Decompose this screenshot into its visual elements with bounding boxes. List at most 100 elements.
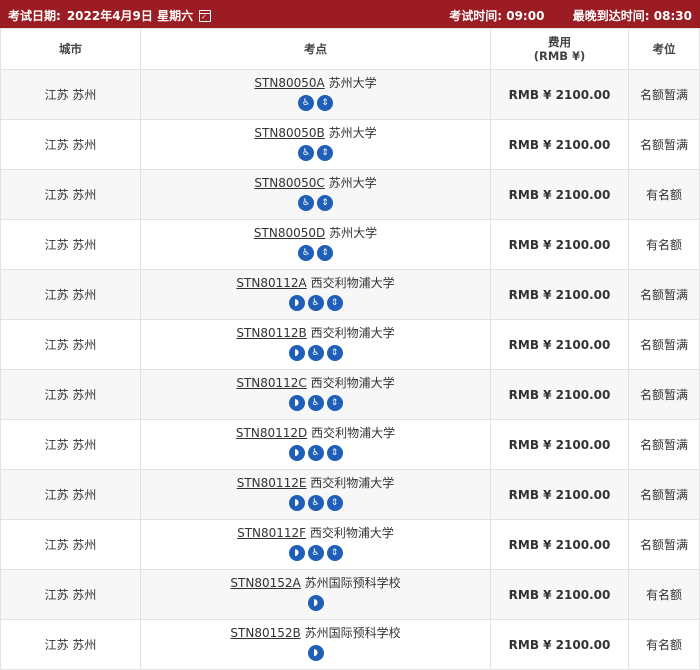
hearing-icon: ◗ (288, 495, 305, 511)
wheelchair-icon: ♿ (298, 245, 314, 261)
table-row: 江苏 苏州 STN80112A 西交利物浦大学 ◗ ♿ ⇕ RMB ¥ 2100.0… (0, 269, 700, 320)
hearing-icon: ◗ (288, 445, 305, 461)
fee-cell: RMB ¥ 2100.00 (490, 169, 629, 220)
latest-arrival-value: 08:30 (653, 9, 692, 23)
center-code-link[interactable]: STN80112A (236, 276, 306, 290)
center-cell: STN80050C 苏州大学 ♿ ⇕ (140, 169, 491, 220)
fee-header-line1: 费用 (548, 35, 571, 49)
elevator-icon: ⇕ (317, 245, 333, 261)
column-header-seat: 考位 (628, 28, 700, 70)
table-row: 江苏 苏州 STN80050D 苏州大学 ♿ ⇕ RMB ¥ 2100.00 有名… (0, 219, 700, 270)
column-header-city: 城市 (0, 28, 141, 70)
fee-cell: RMB ¥ 2100.00 (490, 469, 629, 520)
exam-times: 考试时间: 09:00 最晚到达时间: 08:30 (449, 7, 692, 24)
table-row: 江苏 苏州 STN80112D 西交利物浦大学 ◗ ♿ ⇕ RMB ¥ 2100.0… (0, 419, 700, 470)
fee-cell: RMB ¥ 2100.00 (490, 519, 629, 570)
hearing-icon: ◗ (288, 395, 305, 411)
fee-cell: RMB ¥ 2100.00 (490, 69, 629, 120)
column-header-fee: 费用 (RMB ¥) (490, 28, 629, 70)
center-cell: STN80112C 西交利物浦大学 ◗ ♿ ⇕ (140, 369, 491, 420)
facility-icons: ♿ ⇕ (141, 145, 490, 161)
seat-status-cell: 有名额 (628, 569, 700, 620)
city-cell: 江苏 苏州 (0, 619, 141, 670)
center-cell: STN80050A 苏州大学 ♿ ⇕ (140, 69, 491, 120)
fee-cell: RMB ¥ 2100.00 (490, 319, 629, 370)
table-row: 江苏 苏州 STN80050C 苏州大学 ♿ ⇕ RMB ¥ 2100.00 有名… (0, 169, 700, 220)
center-cell: STN80152A 苏州国际预科学校 ◗ (140, 569, 491, 620)
facility-icons: ◗ ♿ ⇕ (141, 295, 490, 311)
wheelchair-icon: ♿ (298, 145, 314, 161)
wheelchair-icon: ♿ (307, 495, 324, 511)
elevator-icon: ⇕ (317, 95, 333, 111)
seat-status-cell: 名额暂满 (628, 369, 700, 420)
seat-status-cell: 有名额 (628, 169, 700, 220)
seat-status-cell: 有名额 (628, 219, 700, 270)
elevator-icon: ⇕ (326, 545, 343, 561)
city-cell: 江苏 苏州 (0, 219, 141, 270)
fee-header-line2: (RMB ¥) (533, 49, 586, 63)
table-row: 江苏 苏州 STN80050B 苏州大学 ♿ ⇕ RMB ¥ 2100.00 名额… (0, 119, 700, 170)
calendar-check-icon[interactable] (199, 9, 212, 22)
fee-cell: RMB ¥ 2100.00 (490, 419, 629, 470)
seat-status-cell: 名额暂满 (628, 519, 700, 570)
column-header-center: 考点 (140, 28, 491, 70)
hearing-icon: ◗ (288, 295, 305, 311)
center-code-link[interactable]: STN80152B (230, 626, 300, 640)
facility-icons: ◗ ♿ ⇕ (141, 445, 490, 461)
center-cell: STN80112A 西交利物浦大学 ◗ ♿ ⇕ (140, 269, 491, 320)
center-name: 西交利物浦大学 (310, 376, 395, 390)
city-cell: 江苏 苏州 (0, 319, 141, 370)
exam-time-value: 09:00 (506, 9, 545, 23)
wheelchair-icon: ♿ (307, 295, 324, 311)
city-cell: 江苏 苏州 (0, 419, 141, 470)
center-code-link[interactable]: STN80050C (254, 176, 324, 190)
center-code-link[interactable]: STN80050B (254, 126, 324, 140)
wheelchair-icon: ♿ (307, 445, 324, 461)
seat-status-cell: 名额暂满 (628, 469, 700, 520)
center-name: 苏州大学 (328, 176, 377, 190)
seat-status-cell: 名额暂满 (628, 319, 700, 370)
center-code-link[interactable]: STN80112E (237, 476, 307, 490)
center-code-link[interactable]: STN80112F (237, 526, 306, 540)
exam-time-label: 考试时间: (449, 9, 503, 23)
latest-arrival-label: 最晚到达时间: (572, 9, 650, 23)
table-row: 江苏 苏州 STN80152B 苏州国际预科学校 ◗ RMB ¥ 2100.00… (0, 619, 700, 670)
center-cell: STN80112F 西交利物浦大学 ◗ ♿ ⇕ (140, 519, 491, 570)
center-code-link[interactable]: STN80050D (254, 226, 325, 240)
city-cell: 江苏 苏州 (0, 569, 141, 620)
wheelchair-icon: ♿ (298, 195, 314, 211)
center-code-link[interactable]: STN80050A (254, 76, 324, 90)
hearing-icon: ◗ (307, 595, 324, 611)
seat-status-cell: 有名额 (628, 619, 700, 670)
wheelchair-icon: ♿ (298, 95, 314, 111)
center-name: 西交利物浦大学 (310, 476, 395, 490)
table-row: 江苏 苏州 STN80112F 西交利物浦大学 ◗ ♿ ⇕ RMB ¥ 2100.0… (0, 519, 700, 570)
center-name: 西交利物浦大学 (310, 326, 395, 340)
city-cell: 江苏 苏州 (0, 369, 141, 420)
facility-icons: ◗ (141, 645, 490, 661)
center-name: 苏州大学 (328, 76, 377, 90)
elevator-icon: ⇕ (317, 145, 333, 161)
elevator-icon: ⇕ (326, 445, 343, 461)
fee-cell: RMB ¥ 2100.00 (490, 119, 629, 170)
center-code-link[interactable]: STN80112D (236, 426, 307, 440)
wheelchair-icon: ♿ (307, 395, 324, 411)
city-cell: 江苏 苏州 (0, 169, 141, 220)
facility-icons: ◗ ♿ ⇕ (141, 495, 490, 511)
exam-date-label: 考试日期: (8, 9, 61, 23)
center-name: 苏州大学 (328, 126, 377, 140)
wheelchair-icon: ♿ (307, 545, 324, 561)
center-code-link[interactable]: STN80112C (236, 376, 306, 390)
center-code-link[interactable]: STN80152A (230, 576, 300, 590)
table-row: 江苏 苏州 STN80112B 西交利物浦大学 ◗ ♿ ⇕ RMB ¥ 2100.0… (0, 319, 700, 370)
table-header-row: 城市 考点 费用 (RMB ¥) 考位 (0, 28, 700, 70)
center-cell: STN80152B 苏州国际预科学校 ◗ (140, 619, 491, 670)
table-row: 江苏 苏州 STN80112C 西交利物浦大学 ◗ ♿ ⇕ RMB ¥ 2100.0… (0, 369, 700, 420)
center-cell: STN80112B 西交利物浦大学 ◗ ♿ ⇕ (140, 319, 491, 370)
center-name: 西交利物浦大学 (309, 526, 394, 540)
center-name: 苏州国际预科学校 (304, 576, 401, 590)
center-code-link[interactable]: STN80112B (236, 326, 306, 340)
facility-icons: ♿ ⇕ (141, 95, 490, 111)
fee-cell: RMB ¥ 2100.00 (490, 219, 629, 270)
table-row: 江苏 苏州 STN80112E 西交利物浦大学 ◗ ♿ ⇕ RMB ¥ 2100.0… (0, 469, 700, 520)
